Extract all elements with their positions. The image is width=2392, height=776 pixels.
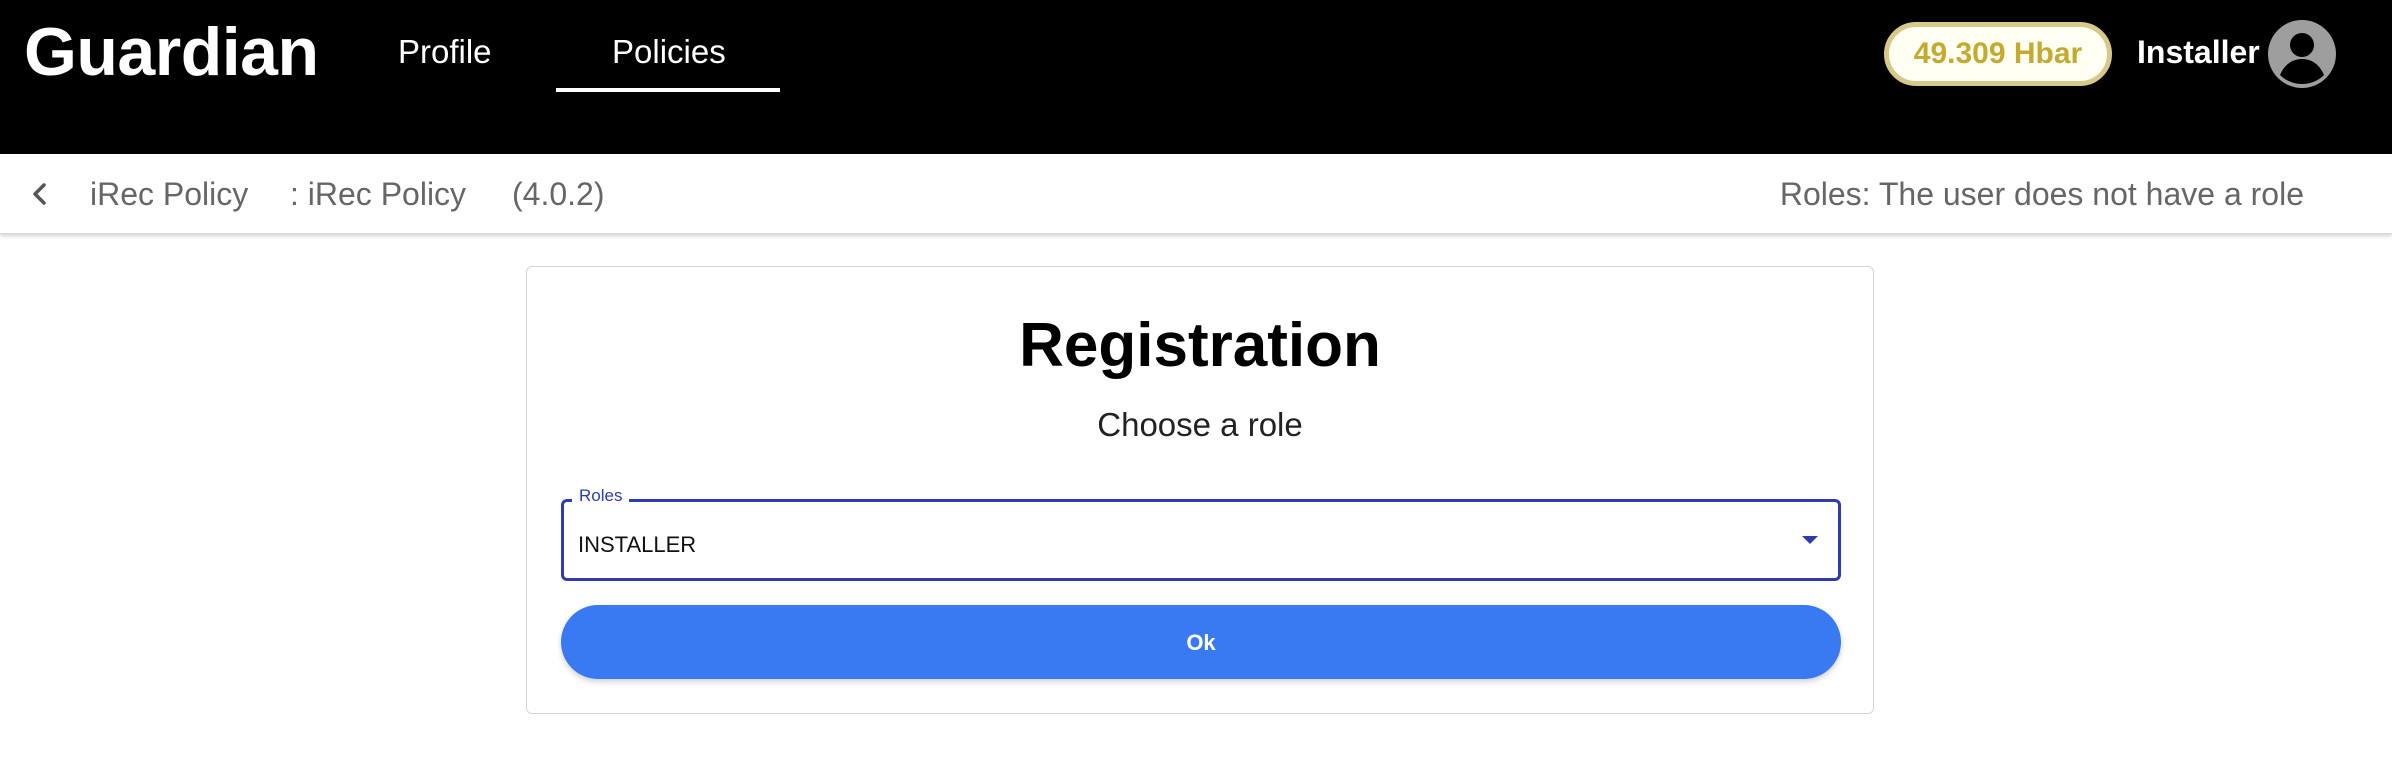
nav-active-indicator xyxy=(556,88,780,92)
breadcrumb-policy-name: iRec Policy xyxy=(90,176,249,212)
roles-select-label: Roles xyxy=(572,486,630,506)
chevron-left-icon[interactable] xyxy=(24,178,56,210)
top-header: Guardian Profile Policies 49.309 Hbar In… xyxy=(0,0,2392,154)
user-name[interactable]: Installer xyxy=(2137,32,2260,72)
roles-select[interactable]: Roles INSTALLER xyxy=(561,486,1841,581)
registration-card: Registration Choose a role Roles INSTALL… xyxy=(526,266,1874,714)
nav-profile[interactable]: Profile xyxy=(398,32,492,72)
registration-title: Registration xyxy=(1019,311,1381,380)
brand-logo[interactable]: Guardian xyxy=(24,16,319,88)
ok-button[interactable]: Ok xyxy=(561,605,1841,679)
arrow-drop-down-icon[interactable] xyxy=(1802,536,1818,544)
balance-badge: 49.309 Hbar xyxy=(1884,22,2112,86)
roles-select-value: INSTALLER xyxy=(578,532,697,557)
policy-breadcrumb-bar: iRec Policy : iRec Policy (4.0.2) Roles:… xyxy=(0,154,2392,234)
registration-subtitle: Choose a role xyxy=(1097,406,1303,443)
breadcrumb-policy-version: (4.0.2) xyxy=(512,176,605,212)
nav-policies[interactable]: Policies xyxy=(612,32,726,72)
account-circle-icon[interactable] xyxy=(2268,20,2336,88)
breadcrumb-policy-description: : iRec Policy xyxy=(290,176,467,212)
user-roles-status: Roles: The user does not have a role xyxy=(1779,176,2304,212)
